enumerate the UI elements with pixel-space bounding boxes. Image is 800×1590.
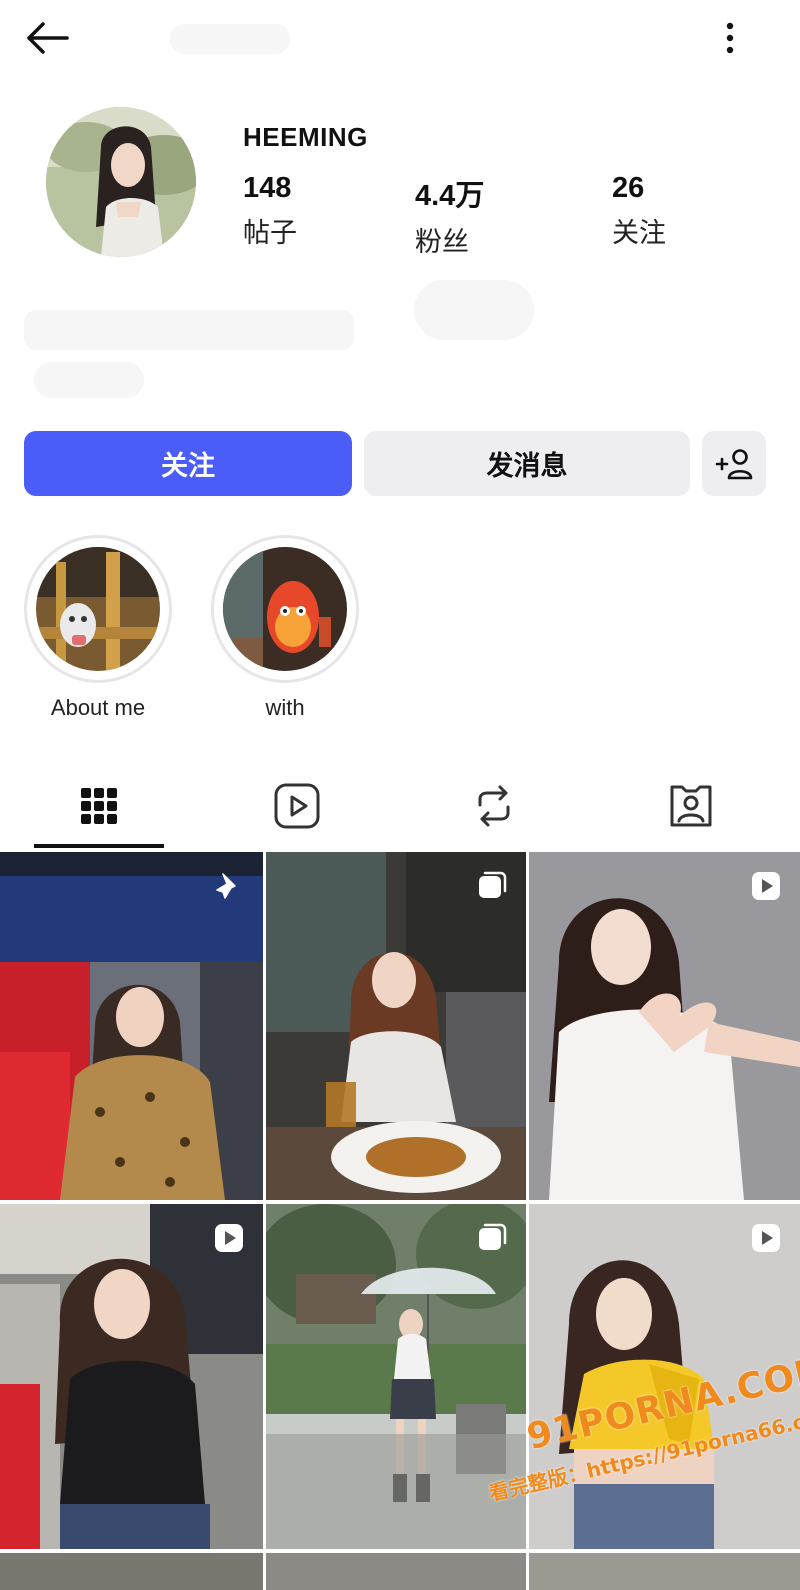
more-options-button[interactable] bbox=[710, 14, 750, 62]
post-image bbox=[529, 852, 800, 1200]
back-button[interactable] bbox=[18, 14, 74, 62]
post-image bbox=[266, 1204, 526, 1549]
add-user-icon bbox=[715, 448, 753, 479]
reel-icon bbox=[752, 1224, 780, 1252]
post-image bbox=[0, 1204, 263, 1549]
highlight-ring bbox=[211, 535, 359, 683]
blurred-bio bbox=[24, 270, 784, 410]
post-thumbnail[interactable] bbox=[529, 1204, 800, 1549]
reel-icon bbox=[215, 1224, 243, 1252]
following-label: 关注 bbox=[612, 218, 666, 248]
message-button-label: 发消息 bbox=[486, 451, 568, 481]
follow-button-label: 关注 bbox=[161, 451, 215, 481]
post-thumbnail[interactable] bbox=[0, 1553, 263, 1590]
following-count: 26 bbox=[612, 172, 645, 204]
post-thumbnail[interactable] bbox=[266, 1553, 526, 1590]
post-image bbox=[529, 1204, 800, 1549]
top-bar bbox=[0, 0, 800, 80]
post-thumbnail[interactable] bbox=[0, 852, 263, 1200]
highlight-label: About me bbox=[50, 695, 146, 720]
highlight-cover bbox=[223, 547, 347, 671]
highlight-label: with bbox=[265, 695, 305, 720]
highlight-with[interactable]: with bbox=[211, 535, 359, 721]
tab-reposts[interactable] bbox=[424, 765, 564, 847]
post-thumbnail[interactable] bbox=[0, 1204, 263, 1549]
suggested-users-button[interactable] bbox=[702, 431, 766, 496]
tab-posts[interactable] bbox=[29, 765, 169, 847]
posts-grid bbox=[0, 852, 800, 1590]
post-thumbnail[interactable] bbox=[266, 1204, 526, 1549]
following-stat[interactable]: 26 关注 bbox=[612, 172, 666, 250]
followers-label: 粉丝 bbox=[415, 227, 469, 257]
tab-reels[interactable] bbox=[227, 765, 367, 847]
reels-icon bbox=[274, 783, 320, 829]
reel-icon bbox=[752, 872, 780, 900]
tagged-icon bbox=[670, 785, 712, 827]
highlight-ring bbox=[24, 535, 172, 683]
carousel-icon bbox=[479, 1223, 507, 1250]
highlight-about-me[interactable]: About me bbox=[24, 535, 172, 721]
blurred-title bbox=[170, 24, 290, 54]
highlight-cover bbox=[36, 547, 160, 671]
posts-stat[interactable]: 148 帖子 bbox=[243, 172, 297, 250]
back-arrow-icon bbox=[27, 22, 69, 54]
profile-username: HEEMING bbox=[243, 122, 368, 152]
post-image bbox=[0, 852, 263, 1200]
message-button[interactable]: 发消息 bbox=[364, 431, 690, 496]
pin-icon bbox=[216, 873, 236, 899]
carousel-icon bbox=[479, 871, 507, 898]
tab-tagged[interactable] bbox=[621, 765, 761, 847]
follow-button[interactable]: 关注 bbox=[24, 431, 352, 496]
posts-label: 帖子 bbox=[243, 218, 297, 248]
post-thumbnail[interactable] bbox=[529, 1553, 800, 1590]
post-image bbox=[266, 852, 526, 1200]
grid-icon bbox=[81, 788, 117, 824]
more-vertical-icon bbox=[726, 22, 734, 54]
avatar-image bbox=[46, 107, 196, 257]
followers-stat[interactable]: 4.4万 粉丝 bbox=[415, 172, 484, 259]
post-thumbnail[interactable] bbox=[266, 852, 526, 1200]
reposts-icon bbox=[478, 785, 510, 827]
followers-count: 4.4万 bbox=[415, 180, 485, 212]
active-tab-indicator bbox=[34, 844, 164, 848]
profile-tabs bbox=[0, 765, 800, 850]
posts-count: 148 bbox=[243, 172, 292, 204]
profile-avatar[interactable] bbox=[46, 107, 196, 257]
post-thumbnail[interactable] bbox=[529, 852, 800, 1200]
